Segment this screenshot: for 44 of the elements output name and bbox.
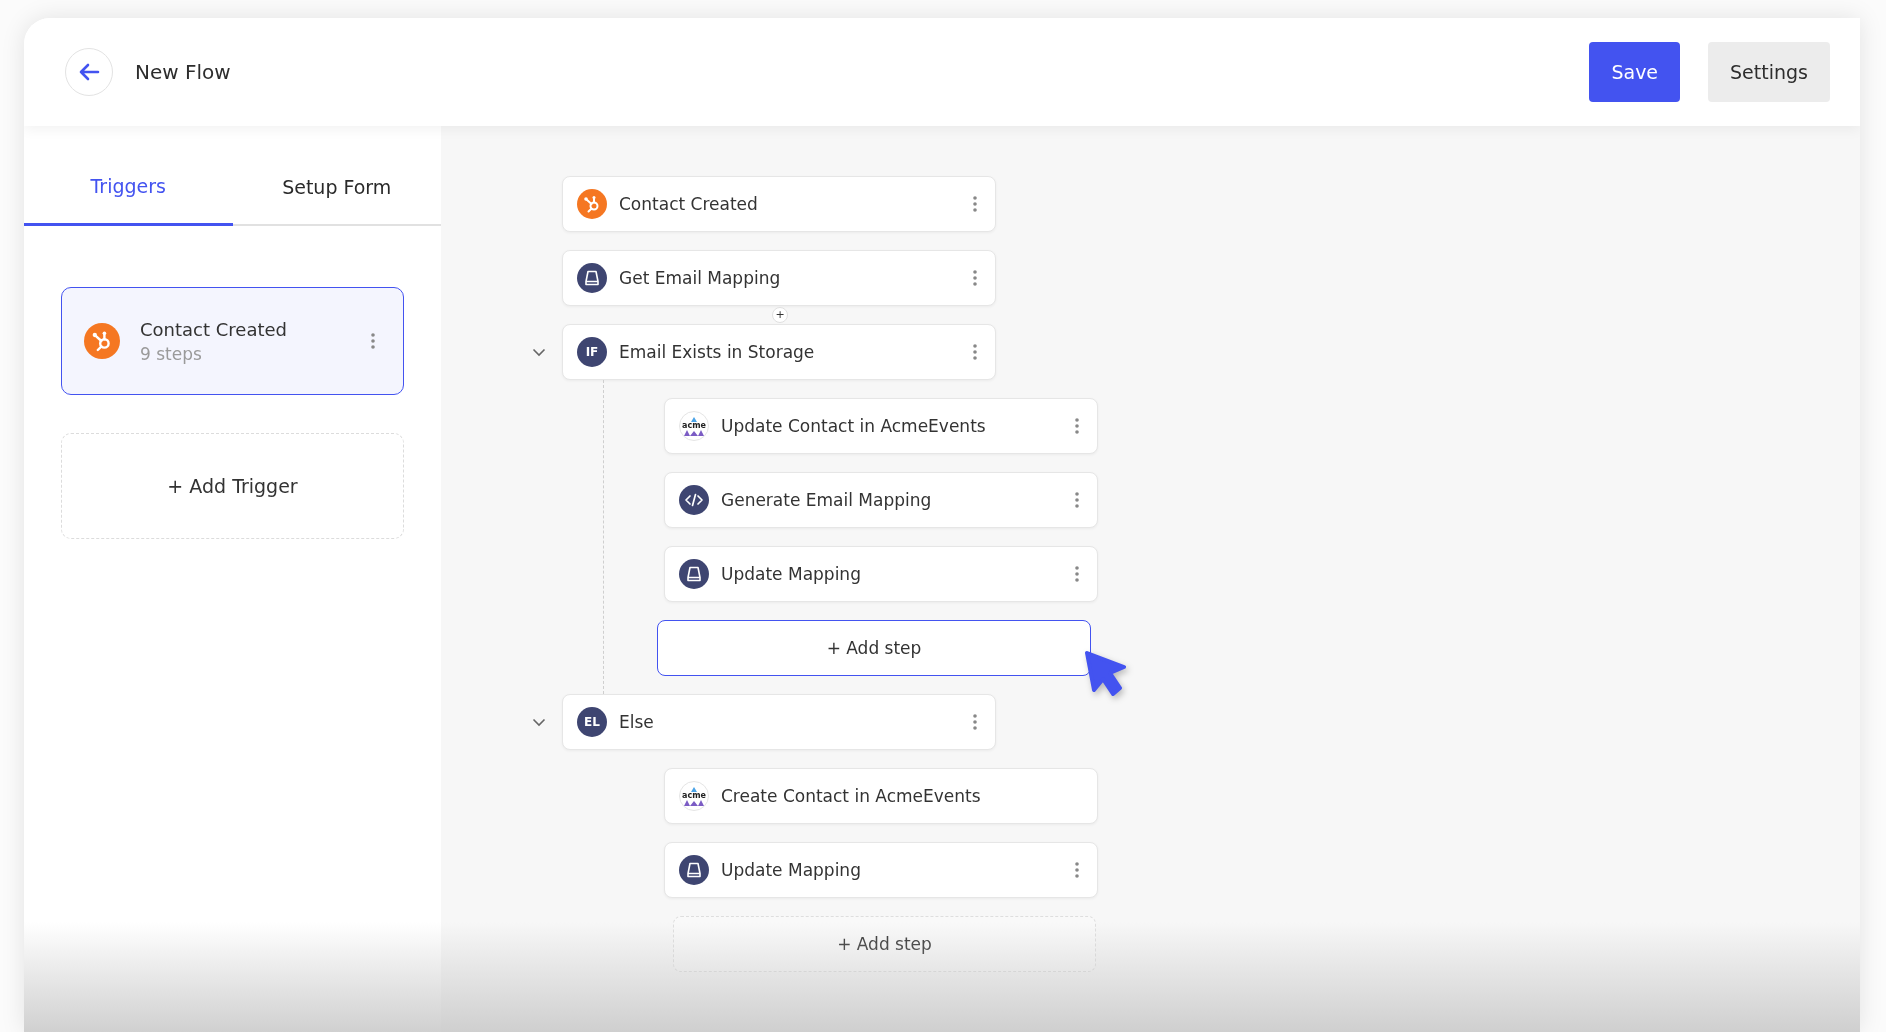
code-icon xyxy=(679,485,709,515)
settings-button[interactable]: Settings xyxy=(1708,42,1830,102)
trigger-card[interactable]: Contact Created 9 steps xyxy=(61,287,404,395)
step-title: Update Mapping xyxy=(721,860,862,880)
flow-title: New Flow xyxy=(135,60,232,84)
add-step-button[interactable]: + Add step xyxy=(673,916,1096,972)
step-title: Create Contact in AcmeEvents xyxy=(721,786,982,806)
sprocket-icon xyxy=(84,323,120,359)
step-card[interactable]: acme Update Contact in AcmeEvents xyxy=(664,398,1098,454)
logo-icon: acme xyxy=(679,411,709,441)
step-card[interactable]: IF Email Exists in Storage xyxy=(562,324,996,380)
step-title: Update Mapping xyxy=(721,564,862,584)
back-arrow-icon xyxy=(78,63,100,81)
step-card[interactable]: Get Email Mapping xyxy=(562,250,996,306)
step-card[interactable]: Update Mapping xyxy=(664,546,1098,602)
trigger-title: Contact Created xyxy=(140,318,288,340)
step-title: Contact Created xyxy=(619,194,759,214)
cursor-icon xyxy=(1084,650,1128,698)
step-title: Generate Email Mapping xyxy=(721,490,933,510)
logo-icon: acme xyxy=(679,781,709,811)
back-button[interactable] xyxy=(65,48,113,96)
step-card[interactable]: EL Else xyxy=(562,694,996,750)
step-title: Update Contact in AcmeEvents xyxy=(721,416,987,436)
drive-icon xyxy=(577,263,607,293)
step-badge: IF xyxy=(577,337,607,367)
chevron-icon[interactable] xyxy=(532,717,546,727)
step-title: Else xyxy=(619,712,655,732)
drive-icon xyxy=(679,855,709,885)
step-badge: EL xyxy=(577,707,607,737)
sprocket-icon xyxy=(577,189,607,219)
step-title: Get Email Mapping xyxy=(619,268,782,288)
save-button[interactable]: Save xyxy=(1589,42,1681,102)
step-card[interactable]: Contact Created xyxy=(562,176,996,232)
step-title: Email Exists in Storage xyxy=(619,342,816,362)
drive-icon xyxy=(679,559,709,589)
step-card[interactable]: acme Create Contact in AcmeEvents xyxy=(664,768,1098,824)
step-card[interactable]: Update Mapping xyxy=(664,842,1098,898)
add-trigger-button[interactable]: + Add Trigger xyxy=(61,433,404,539)
chevron-icon[interactable] xyxy=(532,347,546,357)
add-step-button[interactable]: + Add step xyxy=(657,620,1091,676)
trigger-subtitle: 9 steps xyxy=(140,343,203,364)
tab[interactable]: Triggers xyxy=(24,126,233,226)
insert-step-button[interactable]: + xyxy=(772,307,788,323)
step-card[interactable]: Generate Email Mapping xyxy=(664,472,1098,528)
